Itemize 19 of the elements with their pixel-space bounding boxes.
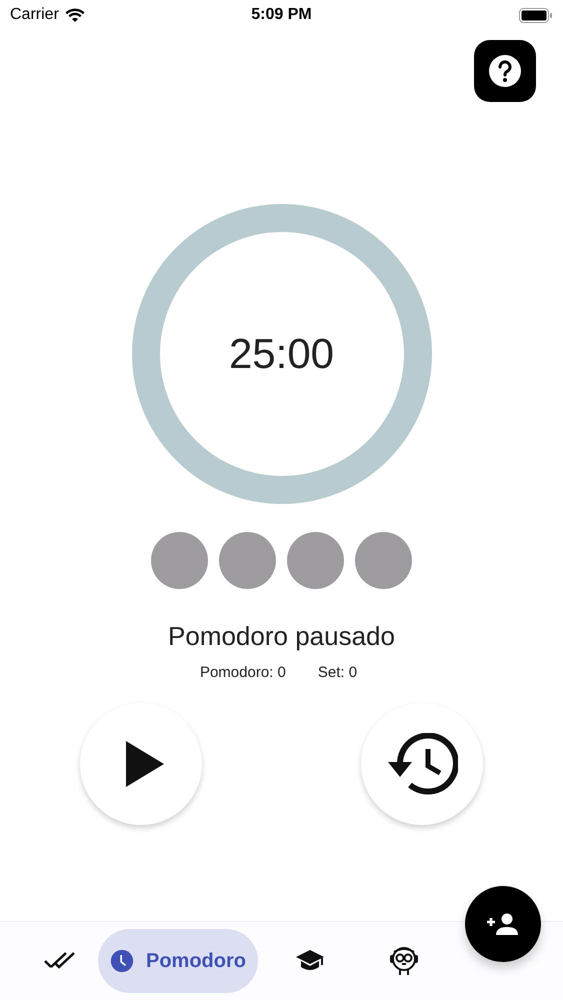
clock-time: 5:09 PM bbox=[251, 6, 312, 24]
wifi-icon bbox=[64, 8, 85, 22]
timer-status: Pomodoro pausado bbox=[167, 621, 396, 652]
clock-icon bbox=[110, 947, 134, 975]
timer-time: 25:00 bbox=[228, 330, 334, 378]
help-icon bbox=[488, 54, 522, 88]
counter-label: Set: 0 bbox=[318, 664, 358, 681]
counter-label: Pomodoro: 0 bbox=[200, 664, 286, 681]
monkey-icon bbox=[389, 946, 419, 976]
add-person-button[interactable] bbox=[465, 886, 541, 962]
graduation-cap-icon bbox=[295, 949, 325, 973]
history-icon bbox=[386, 733, 458, 795]
pomodoro-tab[interactable]: Pomodoro bbox=[98, 929, 258, 993]
double-check-icon bbox=[44, 951, 76, 971]
help-button[interactable] bbox=[474, 40, 536, 102]
add-person-icon bbox=[487, 913, 519, 935]
battery-icon bbox=[519, 8, 553, 22]
carrier-name: Carrier bbox=[10, 6, 59, 24]
play-icon bbox=[126, 741, 164, 787]
